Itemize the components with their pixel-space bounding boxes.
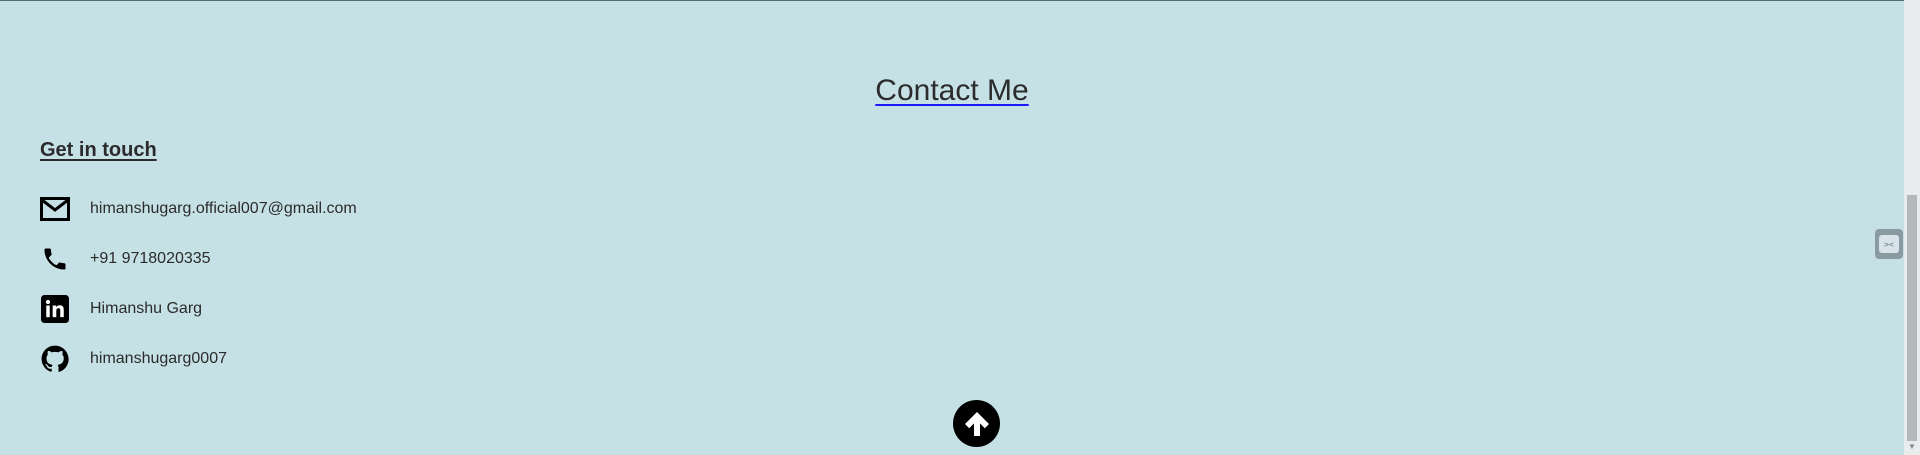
vertical-scrollbar[interactable]: ▼ [1904,0,1920,455]
contact-item-github[interactable]: himanshugarg0007 [40,334,357,384]
back-to-top-button[interactable] [953,400,1000,447]
section-title: Contact Me [0,73,1904,109]
scrollbar-thumb[interactable] [1907,195,1917,441]
contact-email-label[interactable]: himanshugarg.official007@gmail.com [90,200,357,218]
github-icon [40,344,70,374]
section-title-link[interactable]: Contact Me [875,74,1028,107]
contact-item-phone[interactable]: +91 9718020335 [40,234,357,284]
contact-phone-label[interactable]: +91 9718020335 [90,250,211,268]
phone-icon [40,244,70,274]
mail-icon [40,194,70,224]
floating-widget[interactable]: >< [1875,229,1903,259]
contact-section: Contact Me Get in touch himanshugarg.off… [0,0,1904,455]
contact-item-linkedin[interactable]: Himanshu Garg [40,284,357,334]
scroll-down-arrow-icon[interactable]: ▼ [1908,442,1916,452]
contact-linkedin-label[interactable]: Himanshu Garg [90,300,202,318]
contact-list: himanshugarg.official007@gmail.com +91 9… [40,184,357,384]
arrow-up-icon [964,411,989,436]
linkedin-icon [40,294,70,324]
widget-face-icon: >< [1879,235,1899,253]
contact-item-email[interactable]: himanshugarg.official007@gmail.com [40,184,357,234]
get-in-touch-heading: Get in touch [40,139,157,161]
contact-github-label[interactable]: himanshugarg0007 [90,350,227,368]
